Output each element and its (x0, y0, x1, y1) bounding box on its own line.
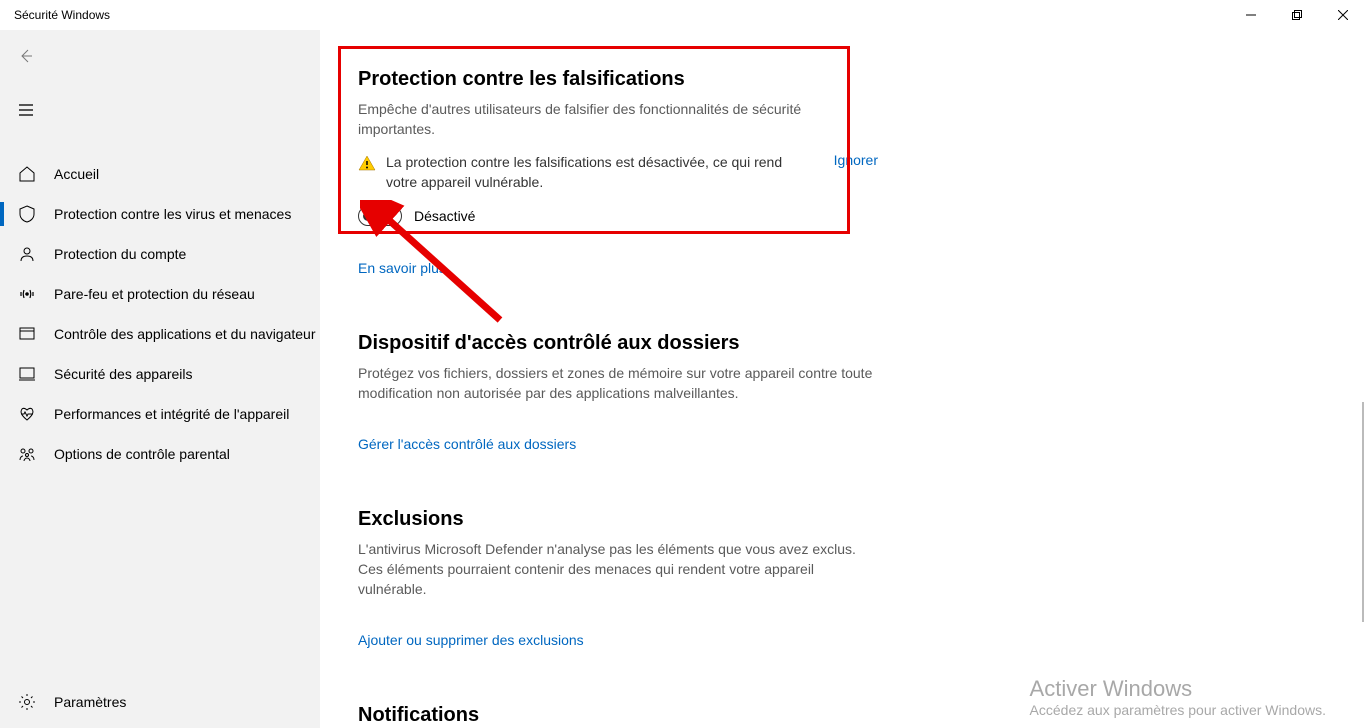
scrollbar[interactable] (1362, 402, 1364, 622)
learn-more-link[interactable]: En savoir plus (358, 260, 446, 276)
sidebar-item-family[interactable]: Options de contrôle parental (0, 434, 320, 474)
family-icon (18, 445, 36, 463)
gear-icon (18, 693, 36, 711)
shield-icon (18, 205, 36, 223)
ignore-link[interactable]: Ignorer (834, 152, 878, 168)
sidebar-item-label: Protection contre les virus et menaces (54, 206, 291, 222)
network-icon (18, 285, 36, 303)
maximize-button[interactable] (1274, 0, 1320, 30)
sidebar-item-appcontrol[interactable]: Contrôle des applications et du navigate… (0, 314, 320, 354)
folders-title: Dispositif d'accès contrôlé aux dossiers (358, 332, 878, 355)
sidebar-item-firewall[interactable]: Pare-feu et protection du réseau (0, 274, 320, 314)
tamper-warning-text: La protection contre les falsifications … (386, 152, 816, 193)
window-buttons (1228, 0, 1366, 30)
minimize-button[interactable] (1228, 0, 1274, 30)
sidebar-item-label: Contrôle des applications et du navigate… (54, 326, 316, 342)
device-icon (18, 365, 36, 383)
sidebar-item-label: Options de contrôle parental (54, 446, 230, 462)
hamburger-button[interactable] (0, 90, 320, 130)
notifications-title: Notifications (358, 704, 878, 727)
sidebar-item-device[interactable]: Sécurité des appareils (0, 354, 320, 394)
tamper-title: Protection contre les falsifications (358, 68, 878, 91)
tamper-toggle-label: Désactivé (414, 208, 475, 224)
sidebar-item-label: Accueil (54, 166, 99, 182)
sidebar-item-label: Paramètres (54, 694, 126, 710)
exclusions-desc: L'antivirus Microsoft Defender n'analyse… (358, 539, 878, 600)
back-button[interactable] (0, 36, 320, 76)
sidebar-item-account[interactable]: Protection du compte (0, 234, 320, 274)
folders-desc: Protégez vos fichiers, dossiers et zones… (358, 363, 878, 404)
exclusions-link[interactable]: Ajouter ou supprimer des exclusions (358, 632, 584, 648)
sidebar-item-label: Pare-feu et protection du réseau (54, 286, 255, 302)
watermark-sub: Accédez aux paramètres pour activer Wind… (1030, 702, 1326, 718)
tamper-desc: Empêche d'autres utilisateurs de falsifi… (358, 99, 878, 140)
tamper-warning-row: La protection contre les falsifications … (358, 152, 878, 193)
close-button[interactable] (1320, 0, 1366, 30)
sidebar-item-label: Performances et intégrité de l'appareil (54, 406, 289, 422)
sidebar: Accueil Protection contre les virus et m… (0, 30, 320, 728)
person-icon (18, 245, 36, 263)
sidebar-item-label: Protection du compte (54, 246, 186, 262)
titlebar: Sécurité Windows (0, 0, 1366, 30)
activation-watermark: Activer Windows Accédez aux paramètres p… (1030, 676, 1326, 718)
watermark-title: Activer Windows (1030, 676, 1326, 702)
folders-link[interactable]: Gérer l'accès contrôlé aux dossiers (358, 436, 576, 452)
main-content: Protection contre les falsifications Emp… (320, 30, 1366, 728)
sidebar-item-performance[interactable]: Performances et intégrité de l'appareil (0, 394, 320, 434)
heart-icon (18, 405, 36, 423)
tamper-toggle[interactable] (358, 206, 402, 226)
warning-icon (358, 154, 376, 177)
exclusions-title: Exclusions (358, 508, 878, 531)
sidebar-item-home[interactable]: Accueil (0, 154, 320, 194)
sidebar-item-label: Sécurité des appareils (54, 366, 193, 382)
sidebar-item-settings[interactable]: Paramètres (0, 682, 320, 722)
home-icon (18, 165, 36, 183)
sidebar-item-virus[interactable]: Protection contre les virus et menaces (0, 194, 320, 234)
app-icon (18, 325, 36, 343)
window-title: Sécurité Windows (14, 8, 110, 22)
